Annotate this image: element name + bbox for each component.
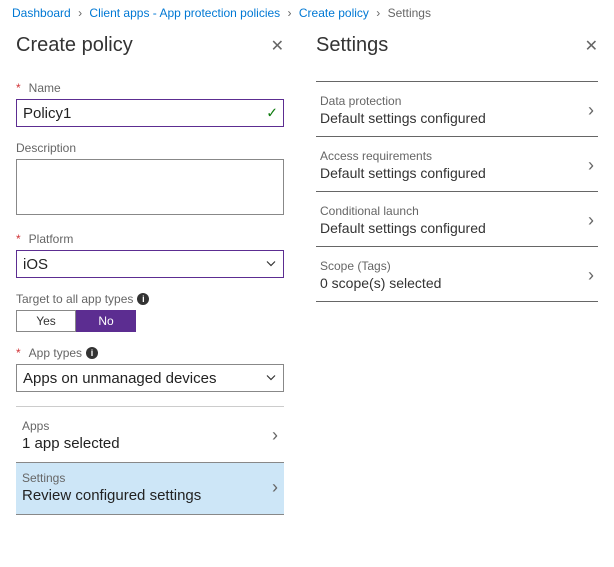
chevron-right-icon: › bbox=[588, 100, 594, 121]
name-input[interactable] bbox=[16, 99, 284, 127]
name-label: *Name bbox=[16, 81, 284, 95]
apptypes-select[interactable]: Apps on unmanaged devices bbox=[16, 364, 284, 392]
check-icon: ✓ bbox=[266, 105, 278, 122]
breadcrumb-link[interactable]: Dashboard bbox=[12, 6, 71, 20]
breadcrumb-current: Settings bbox=[388, 6, 431, 20]
settings-nav-label: Settings bbox=[22, 471, 201, 485]
data-protection-item[interactable]: Data protection Default settings configu… bbox=[316, 82, 598, 137]
breadcrumb-link[interactable]: Client apps - App protection policies bbox=[89, 6, 280, 20]
settings-nav-item[interactable]: Settings Review configured settings › bbox=[16, 463, 284, 515]
settings-nav-value: Review configured settings bbox=[22, 487, 201, 504]
description-input[interactable] bbox=[16, 159, 284, 215]
create-policy-panel: Create policy ✕ *Name ✓ Description *Pla… bbox=[0, 26, 300, 527]
chevron-right-icon: › bbox=[588, 265, 594, 286]
target-label: Target to all app types i bbox=[16, 292, 284, 306]
apps-nav-item[interactable]: Apps 1 app selected › bbox=[16, 411, 284, 463]
settings-panel: Settings ✕ Data protection Default setti… bbox=[300, 26, 614, 527]
breadcrumb: Dashboard › Client apps - App protection… bbox=[0, 0, 614, 26]
apptypes-label: *App types i bbox=[16, 346, 284, 360]
chevron-right-icon: › bbox=[588, 210, 594, 231]
settings-item-label: Scope (Tags) bbox=[320, 259, 441, 273]
settings-item-value: Default settings configured bbox=[320, 110, 486, 126]
panel-title: Create policy bbox=[16, 34, 133, 57]
chevron-right-icon: › bbox=[376, 6, 380, 20]
divider bbox=[16, 406, 284, 407]
info-icon[interactable]: i bbox=[137, 293, 149, 305]
apps-nav-value: 1 app selected bbox=[22, 435, 120, 452]
settings-item-label: Data protection bbox=[320, 94, 486, 108]
close-icon[interactable]: ✕ bbox=[271, 36, 284, 56]
settings-item-label: Conditional launch bbox=[320, 204, 486, 218]
chevron-right-icon: › bbox=[588, 155, 594, 176]
target-toggle: Yes No bbox=[16, 310, 284, 332]
access-requirements-item[interactable]: Access requirements Default settings con… bbox=[316, 137, 598, 192]
platform-label: *Platform bbox=[16, 232, 284, 246]
chevron-right-icon: › bbox=[272, 425, 278, 446]
target-yes-button[interactable]: Yes bbox=[16, 310, 76, 332]
settings-item-value: 0 scope(s) selected bbox=[320, 275, 441, 291]
settings-item-value: Default settings configured bbox=[320, 165, 486, 181]
info-icon[interactable]: i bbox=[86, 347, 98, 359]
chevron-right-icon: › bbox=[288, 6, 292, 20]
chevron-right-icon: › bbox=[78, 6, 82, 20]
close-icon[interactable]: ✕ bbox=[585, 36, 598, 56]
apps-nav-label: Apps bbox=[22, 419, 120, 433]
settings-item-label: Access requirements bbox=[320, 149, 486, 163]
panel-title: Settings bbox=[316, 34, 388, 57]
conditional-launch-item[interactable]: Conditional launch Default settings conf… bbox=[316, 192, 598, 247]
target-no-button[interactable]: No bbox=[76, 310, 136, 332]
description-label: Description bbox=[16, 141, 284, 155]
breadcrumb-link[interactable]: Create policy bbox=[299, 6, 369, 20]
settings-item-value: Default settings configured bbox=[320, 220, 486, 236]
chevron-right-icon: › bbox=[272, 477, 278, 498]
platform-select[interactable]: iOS bbox=[16, 250, 284, 278]
scope-tags-item[interactable]: Scope (Tags) 0 scope(s) selected › bbox=[316, 247, 598, 302]
